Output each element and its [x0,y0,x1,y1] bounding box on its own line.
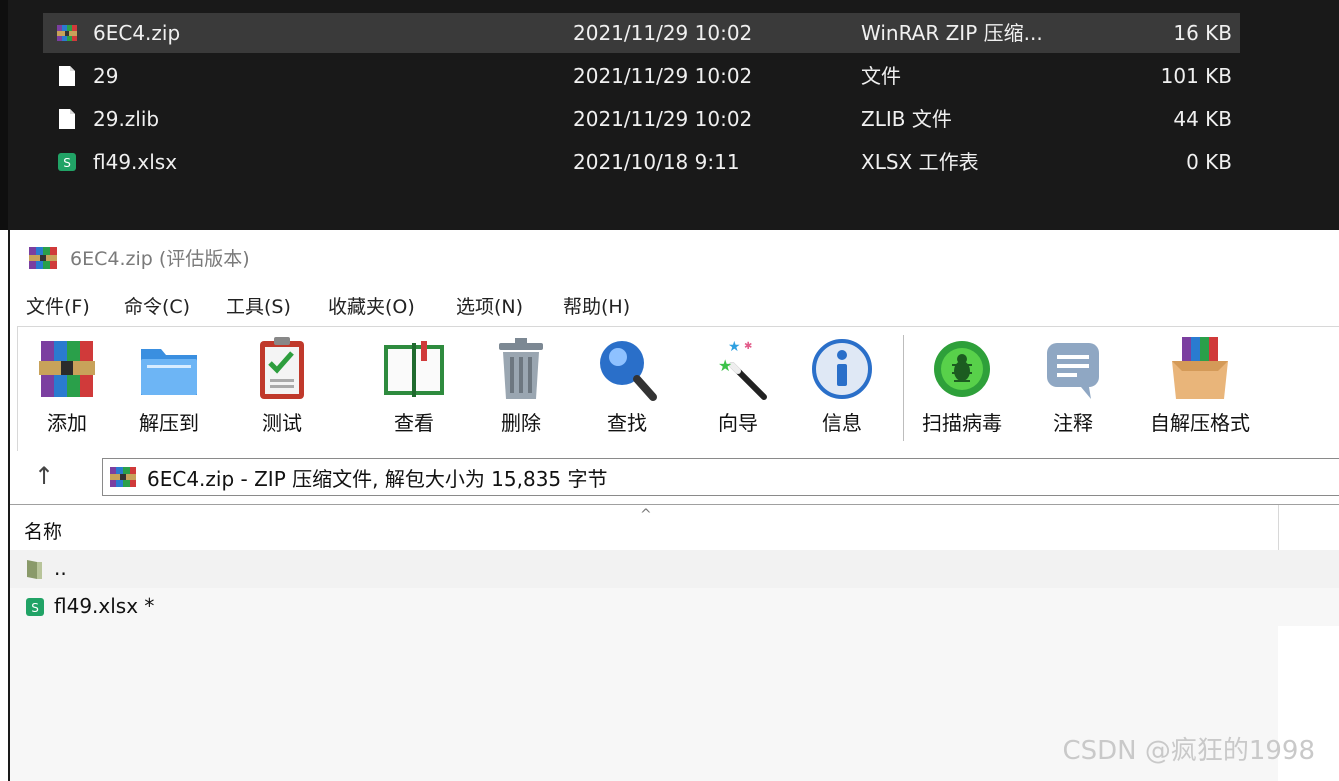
archive-path-text: 6EC4.zip - ZIP 压缩文件, 解包大小为 15,835 字节 [147,467,608,491]
xlsx-sheet-icon: S [26,598,44,616]
file-name: fl49.xlsx [93,150,178,174]
sfx-box-icon [1172,337,1228,399]
file-row-29-zlib[interactable]: 29.zlib 2021/11/29 10:02 ZLIB 文件 44 KB [43,99,1240,139]
info-label: 信息 [822,411,862,435]
path-field[interactable]: 6EC4.zip - ZIP 压缩文件, 解包大小为 15,835 字节 [102,458,1339,496]
list-row-fl49[interactable]: S fl49.xlsx * [10,588,1339,626]
comment-button[interactable]: 注释 [1026,327,1120,447]
winrar-app-icon [29,247,57,269]
sort-arrow-icon: ^ [640,507,652,523]
toolbar-separator [903,335,904,441]
file-name: 6EC4.zip [93,21,181,45]
find-button[interactable]: 查找 [580,327,674,447]
up-arrow-button[interactable]: ↑ [34,462,54,490]
svg-text:★: ★ [728,339,741,355]
comment-label: 注释 [1053,411,1093,435]
file-date: 2021/11/29 10:02 [573,64,753,88]
list-header: 名称 ^ [10,504,1339,551]
watermark-text: CSDN @疯狂的1998 [1062,736,1315,766]
test-button[interactable]: 测试 [235,327,329,447]
blank-file-icon [59,66,75,86]
column-header-name[interactable]: 名称 [24,517,62,544]
winrar-archive-icon [110,467,136,487]
delete-button[interactable]: 删除 [474,327,568,447]
file-size: 101 KB [1160,64,1232,88]
find-label: 查找 [607,411,647,435]
menu-bar: 文件(F) 命令(C) 工具(S) 收藏夹(O) 选项(N) 帮助(H) [10,288,1339,326]
file-size: 0 KB [1186,150,1232,174]
file-name: 29 [93,64,119,88]
comment-icon [1047,343,1099,399]
menu-tools[interactable]: 工具(S) [226,292,291,319]
svg-text:✱: ✱ [744,341,752,352]
extract-to-button[interactable]: 解压到 [122,327,216,447]
menu-help[interactable]: 帮助(H) [563,292,630,319]
list-item-name: fl49.xlsx * [54,594,155,618]
info-button[interactable]: 信息 [795,327,889,447]
menu-options[interactable]: 选项(N) [456,292,523,319]
file-type: ZLIB 文件 [861,107,952,131]
blank-file-icon [59,109,75,129]
virus-scan-label: 扫描病毒 [922,411,1002,435]
info-icon [812,339,872,399]
address-bar: ↑ 6EC4.zip - ZIP 压缩文件, 解包大小为 15,835 字节 [10,452,1339,502]
file-size: 44 KB [1173,107,1232,131]
file-date: 2021/11/29 10:02 [573,21,753,45]
delete-label: 删除 [501,411,541,435]
svg-text:★: ★ [718,356,732,375]
file-date: 2021/10/18 9:11 [573,150,740,174]
file-size: 16 KB [1173,21,1232,45]
explorer-left-edge [0,0,8,230]
extract-to-label: 解压到 [139,411,199,435]
file-type: 文件 [861,64,901,88]
view-book-icon [384,341,444,397]
file-name: 29.zlib [93,107,160,131]
winrar-window: 6EC4.zip (评估版本) 文件(F) 命令(C) 工具(S) 收藏夹(O)… [8,230,1339,781]
xlsx-sheet-icon: S [58,153,76,171]
wizard-button[interactable]: ★ ★ ✱ 向导 [691,327,785,447]
file-row-29[interactable]: 29 2021/11/29 10:02 文件 101 KB [43,56,1240,96]
explorer-file-list: 6EC4.zip 2021/11/29 10:02 WinRAR ZIP 压缩.… [0,0,1339,230]
test-label: 测试 [262,411,302,435]
winrar-archive-icon [57,25,77,41]
add-archive-icon [39,341,95,397]
svg-text:S: S [31,601,39,615]
menu-file[interactable]: 文件(F) [26,292,90,319]
trash-icon [499,338,543,399]
list-row-parent[interactable]: .. [10,550,1339,588]
file-type: XLSX 工作表 [861,150,979,174]
sfx-label: 自解压格式 [1150,411,1250,435]
file-row-6ec4-zip[interactable]: 6EC4.zip 2021/11/29 10:02 WinRAR ZIP 压缩.… [43,13,1240,53]
column-divider[interactable] [1278,505,1279,551]
magnifier-icon [600,341,657,401]
sfx-button[interactable]: 自解压格式 [1135,327,1265,447]
extract-folder-icon [141,349,197,395]
wizard-wand-icon: ★ ★ ✱ [718,339,767,400]
add-button[interactable]: 添加 [20,327,114,447]
window-title: 6EC4.zip (评估版本) [70,248,250,270]
wizard-label: 向导 [718,411,758,435]
file-row-fl49-xlsx[interactable]: S fl49.xlsx 2021/10/18 9:11 XLSX 工作表 0 K… [43,142,1240,182]
toolbar: 添加 解压到 测试 查看 删除 查找 ★ ★ ✱ 向导 信息 扫描病毒 注释 自… [17,326,1339,451]
menu-command[interactable]: 命令(C) [124,292,190,319]
title-bar: 6EC4.zip (评估版本) [10,230,1339,288]
virus-scan-icon [934,341,990,397]
list-item-name: .. [54,556,67,580]
menu-favorites[interactable]: 收藏夹(O) [328,292,415,319]
add-label: 添加 [47,411,87,435]
svg-text:S: S [63,156,71,170]
file-type: WinRAR ZIP 压缩... [861,21,1043,45]
view-button[interactable]: 查看 [367,327,461,447]
file-date: 2021/11/29 10:02 [573,107,753,131]
test-clipboard-icon [260,337,304,399]
parent-folder-icon [27,560,42,579]
virus-scan-button[interactable]: 扫描病毒 [906,327,1018,447]
view-label: 查看 [394,411,434,435]
